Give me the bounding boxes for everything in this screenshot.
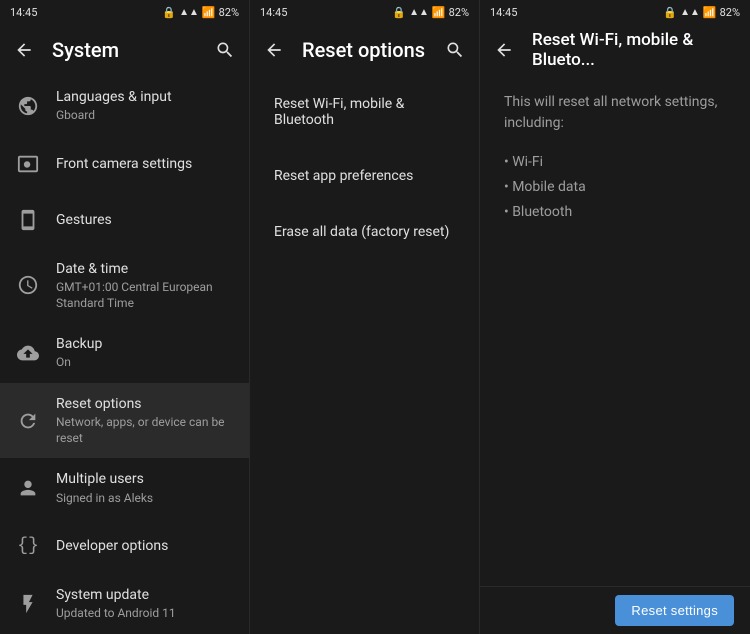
back-button-2[interactable]	[262, 38, 286, 62]
date-time-title: Date & time	[56, 260, 233, 278]
panel-reset-options: 14:45 🔒 ▲▲ 📶 82% Reset options	[250, 0, 480, 634]
date-time-text: Date & time GMT+01:00 Central European S…	[56, 260, 233, 311]
sidebar-item-system-update[interactable]: System update Updated to Android 11	[0, 574, 249, 634]
wifi-icon-2: 📶	[432, 6, 446, 19]
backup-subtitle: On	[56, 355, 233, 371]
back-button-3[interactable]	[492, 38, 516, 62]
signal-icon: ▲▲	[179, 7, 199, 18]
status-bar-2: 14:45 🔒 ▲▲ 📶 82%	[250, 0, 479, 24]
reset-options-title: Reset options	[56, 395, 233, 413]
panel-3-title: Reset Wi-Fi, mobile & Blueto...	[532, 30, 738, 70]
reset-options-list: Reset Wi-Fi, mobile & Bluetooth Reset ap…	[250, 76, 479, 634]
sidebar-item-backup[interactable]: Backup On	[0, 323, 249, 383]
wifi-icon: 📶	[202, 6, 216, 19]
multiple-users-title: Multiple users	[56, 470, 233, 488]
multiple-users-subtitle: Signed in as Aleks	[56, 491, 233, 507]
signal-icon-3: ▲▲	[680, 7, 700, 18]
developer-text: Developer options	[56, 537, 233, 555]
languages-text: Languages & input Gboard	[56, 88, 233, 124]
languages-title: Languages & input	[56, 88, 233, 106]
status-time-1: 14:45	[10, 6, 37, 19]
top-bar-3: Reset Wi-Fi, mobile & Blueto...	[480, 24, 750, 76]
panel-system: 14:45 🔒 ▲▲ 📶 82% System	[0, 0, 250, 634]
globe-icon	[16, 94, 40, 118]
sidebar-item-multiple-users[interactable]: Multiple users Signed in as Aleks	[0, 458, 249, 518]
clock-icon	[16, 273, 40, 297]
app-root: 14:45 🔒 ▲▲ 📶 82% System	[0, 0, 750, 546]
status-icons-3: 🔒 ▲▲ 📶 82%	[663, 6, 740, 19]
list-item-mobile: Mobile data	[504, 175, 726, 200]
status-time-2: 14:45	[260, 6, 287, 19]
sidebar-item-front-camera[interactable]: Front camera settings	[0, 136, 249, 192]
date-time-subtitle: GMT+01:00 Central European Standard Time	[56, 280, 233, 311]
status-bar-3: 14:45 🔒 ▲▲ 📶 82%	[480, 0, 750, 24]
system-update-subtitle: Updated to Android 11	[56, 606, 233, 622]
bottom-bar-3: Reset settings	[480, 586, 750, 634]
reset-options-subtitle: Network, apps, or device can be reset	[56, 415, 233, 446]
factory-reset-label: Erase all data (factory reset)	[274, 224, 455, 240]
factory-reset-item[interactable]: Erase all data (factory reset)	[250, 204, 479, 260]
gestures-icon	[16, 208, 40, 232]
sidebar-item-reset-options[interactable]: Reset options Network, apps, or device c…	[0, 383, 249, 458]
person-icon	[16, 476, 40, 500]
battery-icon-3: 82%	[720, 6, 740, 19]
cloud-icon	[16, 341, 40, 365]
gestures-text: Gestures	[56, 211, 233, 229]
battery-icon: 82%	[219, 6, 239, 19]
reset-settings-button[interactable]: Reset settings	[615, 595, 734, 626]
search-button-2[interactable]	[443, 38, 467, 62]
multiple-users-text: Multiple users Signed in as Aleks	[56, 470, 233, 506]
system-update-text: System update Updated to Android 11	[56, 586, 233, 622]
sidebar-item-gestures[interactable]: Gestures	[0, 192, 249, 248]
panel-1-title: System	[52, 38, 197, 62]
signal-icon-2: ▲▲	[409, 7, 429, 18]
list-item-bluetooth: Bluetooth	[504, 200, 726, 225]
reset-options-text: Reset options Network, apps, or device c…	[56, 395, 233, 446]
settings-list-1: Languages & input Gboard Front camera se…	[0, 76, 249, 634]
sidebar-item-languages[interactable]: Languages & input Gboard	[0, 76, 249, 136]
front-camera-title: Front camera settings	[56, 155, 233, 173]
panel-3-content: This will reset all network settings, in…	[480, 76, 750, 586]
reset-description: This will reset all network settings, in…	[504, 92, 726, 134]
panels-container: 14:45 🔒 ▲▲ 📶 82% System	[0, 0, 750, 634]
wifi-icon-3: 📶	[703, 6, 717, 19]
lock-icon-3: 🔒	[663, 6, 677, 19]
backup-text: Backup On	[56, 335, 233, 371]
status-icons-1: 🔒 ▲▲ 📶 82%	[162, 6, 239, 19]
search-button-1[interactable]	[213, 38, 237, 62]
list-item-wifi: Wi-Fi	[504, 150, 726, 175]
gestures-title: Gestures	[56, 211, 233, 229]
back-button-1[interactable]	[12, 38, 36, 62]
camera-icon	[16, 152, 40, 176]
reset-app-label: Reset app preferences	[274, 168, 455, 184]
sidebar-item-developer[interactable]: {} Developer options	[0, 518, 249, 574]
brackets-icon: {}	[16, 534, 40, 558]
lock-icon: 🔒	[162, 6, 176, 19]
status-bar-1: 14:45 🔒 ▲▲ 📶 82%	[0, 0, 249, 24]
reset-wifi-label: Reset Wi-Fi, mobile & Bluetooth	[274, 96, 455, 128]
lock-icon-2: 🔒	[392, 6, 406, 19]
network-list: Wi-Fi Mobile data Bluetooth	[504, 150, 726, 226]
status-time-3: 14:45	[490, 6, 517, 19]
status-icons-2: 🔒 ▲▲ 📶 82%	[392, 6, 469, 19]
front-camera-text: Front camera settings	[56, 155, 233, 173]
top-bar-2: Reset options	[250, 24, 479, 76]
refresh-icon	[16, 409, 40, 433]
sidebar-item-date-time[interactable]: Date & time GMT+01:00 Central European S…	[0, 248, 249, 323]
reset-wifi-item[interactable]: Reset Wi-Fi, mobile & Bluetooth	[250, 76, 479, 148]
update-icon	[16, 592, 40, 616]
backup-title: Backup	[56, 335, 233, 353]
languages-subtitle: Gboard	[56, 108, 233, 124]
reset-app-item[interactable]: Reset app preferences	[250, 148, 479, 204]
panel-2-title: Reset options	[302, 38, 427, 62]
battery-icon-2: 82%	[449, 6, 469, 19]
panel-reset-wifi: 14:45 🔒 ▲▲ 📶 82% Reset Wi-Fi, mobile & B…	[480, 0, 750, 634]
system-update-title: System update	[56, 586, 233, 604]
developer-title: Developer options	[56, 537, 233, 555]
top-bar-1: System	[0, 24, 249, 76]
